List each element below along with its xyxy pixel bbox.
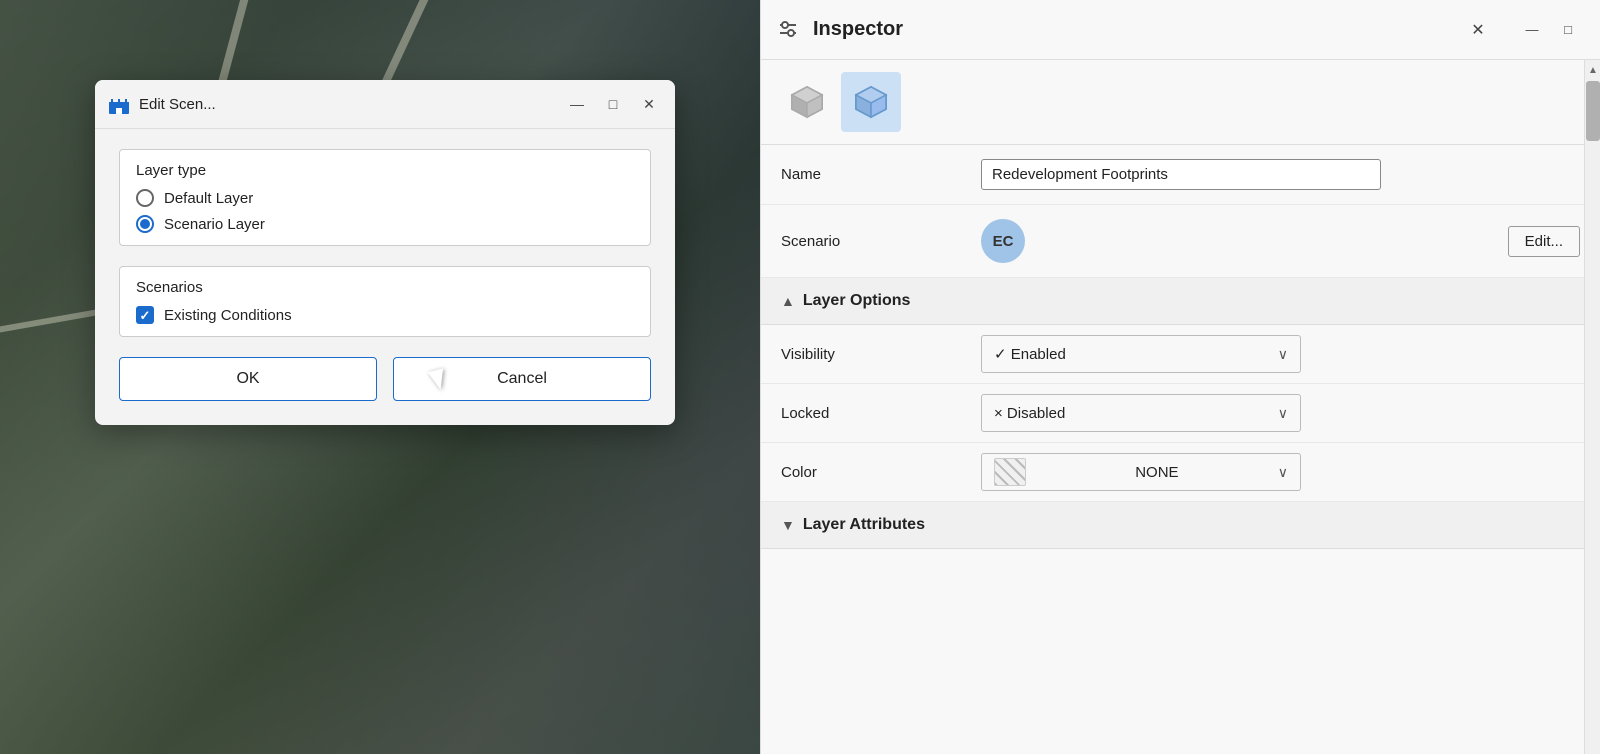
- name-field-label: Name: [781, 166, 981, 183]
- locked-label: Locked: [781, 405, 981, 422]
- name-field-value: Redevelopment Footprints: [981, 159, 1580, 190]
- checkmark-icon: ✓: [140, 309, 151, 322]
- ok-button[interactable]: OK: [119, 357, 377, 401]
- color-value: NONE: [1135, 464, 1178, 481]
- existing-conditions-option[interactable]: ✓ Existing Conditions: [136, 306, 634, 324]
- default-layer-option[interactable]: Default Layer: [136, 189, 634, 207]
- scenarios-section: Scenarios ✓ Existing Conditions: [119, 266, 651, 337]
- scenario-layer-label: Scenario Layer: [164, 216, 265, 233]
- name-input[interactable]: Redevelopment Footprints: [981, 159, 1381, 190]
- inspector-maximize-button[interactable]: □: [1552, 16, 1584, 44]
- visibility-label: Visibility: [781, 346, 981, 363]
- color-row: Color NONE ∨: [761, 443, 1600, 502]
- scenario-layer-radio[interactable]: [136, 215, 154, 233]
- color-hatch-icon: [994, 458, 1026, 486]
- scenarios-label: Scenarios: [136, 279, 634, 296]
- scenario-row: Scenario EC Edit...: [761, 205, 1600, 278]
- castle-icon: [107, 92, 131, 116]
- dialog-maximize-button[interactable]: □: [599, 90, 627, 118]
- inspector-close-button[interactable]: ✕: [1464, 16, 1492, 44]
- layer-icon-button[interactable]: [777, 72, 837, 132]
- default-layer-radio[interactable]: [136, 189, 154, 207]
- inspector-titlebar: Inspector ✕ — □: [761, 0, 1600, 60]
- inspector-icon: [777, 19, 799, 41]
- scenario-edit-button[interactable]: Edit...: [1508, 226, 1580, 257]
- scroll-up-button[interactable]: ▲: [1585, 60, 1600, 80]
- inspector-panel: Inspector ✕ — □ N: [760, 0, 1600, 754]
- visibility-dropdown[interactable]: ✓ Enabled ∨: [981, 335, 1301, 373]
- dialog-titlebar: Edit Scen... — □ ✕: [95, 80, 675, 129]
- edit-scenario-dialog: Edit Scen... — □ ✕ Layer type Default La…: [95, 80, 675, 425]
- layer-options-collapse-icon: ▲: [781, 293, 795, 309]
- locked-row: Locked × Disabled ∨: [761, 384, 1600, 443]
- dialog-close-button[interactable]: ✕: [635, 90, 663, 118]
- inspector-icon-row: [761, 60, 1600, 145]
- layer-cube-active-button[interactable]: [841, 72, 901, 132]
- color-dropdown[interactable]: NONE ∨: [981, 453, 1301, 491]
- inspector-title: Inspector: [813, 18, 1456, 41]
- dialog-minimize-button[interactable]: —: [563, 90, 591, 118]
- dialog-buttons: OK Cancel: [119, 357, 651, 401]
- layer-attributes-title: Layer Attributes: [803, 516, 925, 534]
- layer-cube-icon: [787, 82, 827, 122]
- dialog-body: Layer type Default Layer Scenario Layer …: [95, 129, 675, 425]
- layer-attributes-collapse-icon: ▼: [781, 517, 795, 533]
- layer-options-header[interactable]: ▲ Layer Options: [761, 278, 1600, 325]
- color-chevron-icon: ∨: [1278, 464, 1288, 481]
- scenario-row-inner: EC Edit...: [981, 219, 1580, 263]
- visibility-row: Visibility ✓ Enabled ∨: [761, 325, 1600, 384]
- existing-conditions-checkbox[interactable]: ✓: [136, 306, 154, 324]
- inspector-window-buttons: — □: [1516, 16, 1584, 44]
- locked-value: × Disabled: [994, 405, 1065, 422]
- layer-options-title: Layer Options: [803, 292, 911, 310]
- scenario-field-value: EC Edit...: [981, 219, 1580, 263]
- cancel-button[interactable]: Cancel: [393, 357, 651, 401]
- scenario-field-label: Scenario: [781, 233, 981, 250]
- visibility-chevron-icon: ∨: [1278, 346, 1288, 363]
- inspector-content: Name Redevelopment Footprints Scenario E…: [761, 145, 1600, 754]
- layer-type-label: Layer type: [136, 162, 634, 179]
- scrollbar-track: ▲: [1584, 60, 1600, 754]
- radio-dot: [140, 219, 150, 229]
- layer-attributes-header[interactable]: ▼ Layer Attributes: [761, 502, 1600, 549]
- layer-type-section: Layer type Default Layer Scenario Layer: [119, 149, 651, 246]
- existing-conditions-label: Existing Conditions: [164, 307, 292, 324]
- dialog-title: Edit Scen...: [139, 96, 555, 113]
- scenario-badge: EC: [981, 219, 1025, 263]
- name-row: Name Redevelopment Footprints: [761, 145, 1600, 205]
- locked-chevron-icon: ∨: [1278, 405, 1288, 422]
- default-layer-label: Default Layer: [164, 190, 253, 207]
- locked-dropdown[interactable]: × Disabled ∨: [981, 394, 1301, 432]
- visibility-value: ✓ Enabled: [994, 345, 1066, 363]
- scenario-layer-option[interactable]: Scenario Layer: [136, 215, 634, 233]
- layer-cube-active-icon: [851, 82, 891, 122]
- color-label: Color: [781, 464, 981, 481]
- inspector-minimize-button[interactable]: —: [1516, 16, 1548, 44]
- scrollbar-thumb[interactable]: [1586, 81, 1600, 141]
